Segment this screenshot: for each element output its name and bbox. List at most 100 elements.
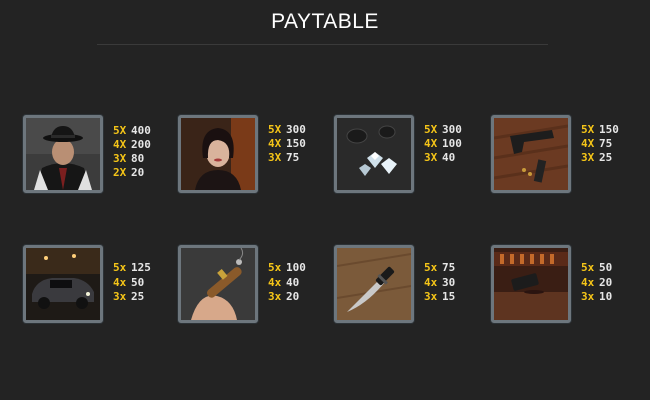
payout: 20 xyxy=(131,166,145,179)
multiplier: 3x xyxy=(113,290,127,303)
pay-row: 4X 150 xyxy=(268,137,306,151)
payout: 15 xyxy=(442,290,456,303)
paytable-title: PAYTABLE xyxy=(271,10,379,33)
multiplier: 5x xyxy=(113,261,127,274)
pay-row: 3x 20 xyxy=(268,290,306,305)
payout: 20 xyxy=(599,275,613,289)
payout: 300 xyxy=(442,123,462,136)
symbol-bar-counter: 5x 50 4x 20 3x 10 xyxy=(491,245,641,325)
multiplier: 5X xyxy=(424,123,438,136)
payout: 25 xyxy=(131,290,145,303)
multiplier: 5x xyxy=(581,261,595,274)
multiplier: 3x xyxy=(581,290,595,303)
car-icon xyxy=(23,245,103,323)
payout: 40 xyxy=(442,151,456,164)
diamonds-icon xyxy=(334,115,414,193)
multiplier: 3X xyxy=(581,151,595,164)
multiplier: 4X xyxy=(581,137,595,150)
pay-row: 4x 40 xyxy=(268,276,306,291)
woman-icon xyxy=(178,115,258,193)
multiplier: 5x xyxy=(268,261,282,274)
symbol-gangster: 5X 400 4X 200 3X 80 2X 20 xyxy=(23,115,173,195)
pay-row: 5X 300 xyxy=(424,123,462,137)
payout: 75 xyxy=(286,151,300,164)
payout: 125 xyxy=(131,261,151,274)
pay-row: 4X 75 xyxy=(581,137,619,151)
multiplier: 3x xyxy=(268,290,282,303)
pay-row: 5x 50 xyxy=(581,261,612,276)
paytable-values-knife: 5x 75 4x 30 3x 15 xyxy=(424,261,455,305)
payout: 100 xyxy=(442,137,462,150)
multiplier: 3x xyxy=(424,290,438,303)
payout: 75 xyxy=(442,261,456,274)
gangster-icon xyxy=(23,115,103,193)
multiplier: 3X xyxy=(424,151,438,164)
payout: 40 xyxy=(286,275,300,289)
payout: 200 xyxy=(131,138,151,151)
symbol-knife: 5x 75 4x 30 3x 15 xyxy=(334,245,484,325)
symbol-cigar: 5x 100 4x 40 3x 20 xyxy=(178,245,328,325)
payout: 400 xyxy=(131,124,151,137)
payout: 100 xyxy=(286,261,306,274)
payout: 20 xyxy=(286,290,300,303)
paytable-values-cigar: 5x 100 4x 40 3x 20 xyxy=(268,261,306,305)
pay-row: 4x 30 xyxy=(424,276,455,291)
payout: 50 xyxy=(131,275,145,289)
pay-row: 2X 20 xyxy=(113,166,151,180)
pay-row: 3x 25 xyxy=(113,290,151,305)
pay-row: 3X 80 xyxy=(113,152,151,166)
pay-row: 3X 75 xyxy=(268,151,306,165)
payout: 80 xyxy=(131,152,145,165)
pay-row: 5x 75 xyxy=(424,261,455,276)
multiplier: 4x xyxy=(581,275,595,289)
pay-row: 5x 100 xyxy=(268,261,306,276)
payout: 50 xyxy=(599,261,613,274)
pay-row: 3x 15 xyxy=(424,290,455,305)
pistol-icon xyxy=(491,115,571,193)
paytable-values-woman: 5X 300 4X 150 3X 75 xyxy=(268,123,306,165)
multiplier: 3X xyxy=(268,151,282,164)
symbol-diamonds: 5X 300 4X 100 3X 40 xyxy=(334,115,484,195)
pay-row: 5X 400 xyxy=(113,124,151,138)
pay-row: 3x 10 xyxy=(581,290,612,305)
pay-row: 5X 300 xyxy=(268,123,306,137)
pay-row: 4x 50 xyxy=(113,276,151,291)
multiplier: 4x xyxy=(113,275,127,289)
multiplier: 4x xyxy=(268,275,282,289)
symbol-woman: 5X 300 4X 150 3X 75 xyxy=(178,115,328,195)
cigar-icon xyxy=(178,245,258,323)
pay-row: 4x 20 xyxy=(581,276,612,291)
multiplier: 5X xyxy=(581,123,595,136)
multiplier: 5X xyxy=(113,124,127,137)
payout: 10 xyxy=(599,290,613,303)
symbol-car: 5x 125 4x 50 3x 25 xyxy=(23,245,173,325)
multiplier: 5X xyxy=(268,123,282,136)
symbol-pistol: 5X 150 4X 75 3X 25 xyxy=(491,115,641,195)
paytable-values-car: 5x 125 4x 50 3x 25 xyxy=(113,261,151,305)
pay-row: 4X 200 xyxy=(113,138,151,152)
title-divider xyxy=(97,44,548,45)
pay-row: 4X 100 xyxy=(424,137,462,151)
multiplier: 4X xyxy=(113,138,127,151)
paytable-values-gangster: 5X 400 4X 200 3X 80 2X 20 xyxy=(113,124,151,180)
pay-row: 3X 25 xyxy=(581,151,619,165)
payout: 300 xyxy=(286,123,306,136)
payout: 25 xyxy=(599,151,613,164)
multiplier: 3X xyxy=(113,152,127,165)
payout: 75 xyxy=(599,137,613,150)
paytable-values-bar-counter: 5x 50 4x 20 3x 10 xyxy=(581,261,612,305)
paytable-values-diamonds: 5X 300 4X 100 3X 40 xyxy=(424,123,462,165)
payout: 150 xyxy=(599,123,619,136)
payout: 30 xyxy=(442,275,456,289)
pay-row: 3X 40 xyxy=(424,151,462,165)
knife-icon xyxy=(334,245,414,323)
multiplier: 4x xyxy=(424,275,438,289)
multiplier: 4X xyxy=(424,137,438,150)
paytable-values-pistol: 5X 150 4X 75 3X 25 xyxy=(581,123,619,165)
multiplier: 2X xyxy=(113,166,127,179)
pay-row: 5X 150 xyxy=(581,123,619,137)
multiplier: 4X xyxy=(268,137,282,150)
bar-counter-icon xyxy=(491,245,571,323)
pay-row: 5x 125 xyxy=(113,261,151,276)
payout: 150 xyxy=(286,137,306,150)
